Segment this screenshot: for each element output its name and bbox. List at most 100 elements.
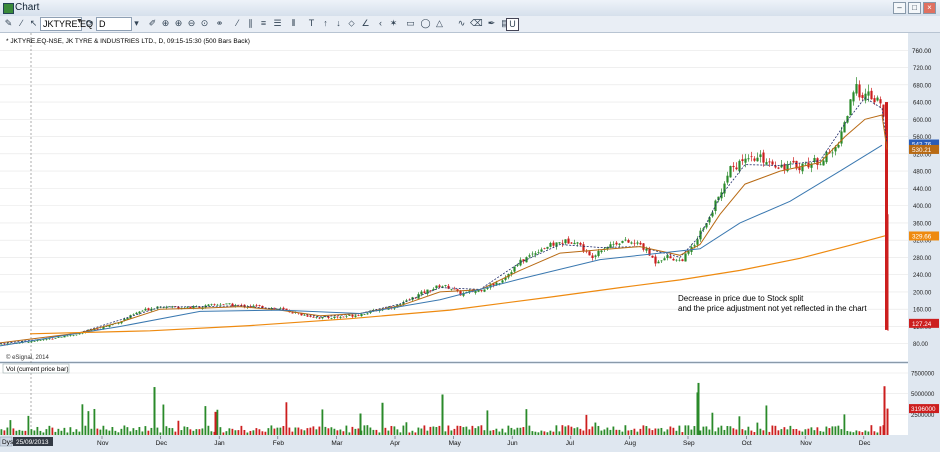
link-icon[interactable]: ⚭ [214, 18, 225, 29]
volume-bar [867, 431, 870, 435]
crosshair-icon[interactable]: ⊕ [160, 18, 171, 29]
horizontal-line-icon[interactable]: ≡ [258, 18, 269, 29]
volume-bar [222, 432, 225, 435]
volume-bar [96, 428, 99, 435]
gann-icon[interactable]: ✶ [388, 18, 399, 29]
volume-bar [624, 425, 627, 435]
zoom-out-icon[interactable]: ⊖ [186, 18, 197, 29]
volume-bar [126, 427, 129, 435]
volume-bar [477, 426, 480, 435]
chevron-down-icon[interactable]: ▼ [76, 18, 83, 29]
candle-body [615, 242, 618, 245]
volume-bar [522, 427, 525, 435]
month-label: Jan [214, 440, 225, 447]
pencil-tool-icon[interactable]: ✎ [3, 18, 14, 29]
volume-bar [408, 432, 411, 435]
volume-bar [795, 429, 798, 435]
volume-bar [579, 428, 582, 435]
arrow-down-icon[interactable]: ↓ [333, 18, 344, 29]
candle-body [642, 243, 645, 250]
refresh-icon[interactable]: ⟳ [84, 18, 95, 29]
volume-bar [831, 426, 834, 435]
maximize-icon[interactable]: □ [908, 2, 921, 14]
volume-bar [819, 431, 822, 435]
volume-bar [372, 429, 375, 435]
candle-body [207, 304, 210, 306]
volume-bar [471, 425, 474, 435]
line-tool-icon[interactable]: ∕ [16, 18, 27, 29]
candle-body [777, 167, 780, 169]
volume-bar [405, 422, 408, 435]
month-label: Mar [331, 440, 343, 447]
candle-body [723, 183, 726, 194]
wave-icon[interactable]: ∿ [456, 18, 467, 29]
candle-body [804, 163, 807, 165]
volume-spike [441, 394, 444, 435]
trendline-icon[interactable]: ⁄ [232, 18, 243, 29]
candle-body [528, 255, 531, 257]
volume-bar [693, 426, 696, 435]
cursor-tool-icon[interactable]: ↖ [28, 18, 39, 29]
volume-bar [621, 431, 624, 435]
volume-bar [102, 425, 105, 435]
volume-bar [423, 425, 426, 435]
chart-area[interactable]: 80.00 120.00 160.00 200.00 240.00 280.00 320.0… [0, 33, 940, 447]
candle-body [849, 99, 852, 116]
volume-bar [36, 426, 39, 435]
volume-bar [651, 430, 654, 435]
arrow-up-icon[interactable]: ↑ [320, 18, 331, 29]
triangle-icon[interactable]: △ [434, 18, 445, 29]
volume-bar [582, 430, 585, 435]
interval-input[interactable]: D [96, 17, 132, 31]
minimize-icon[interactable]: – [893, 2, 906, 14]
chevron-down-icon[interactable]: ▾ [131, 18, 142, 29]
candle-body [363, 314, 366, 315]
volume-bar [402, 425, 405, 435]
volume-bar [576, 427, 579, 435]
candle-body [66, 335, 69, 337]
volume-bar [63, 427, 66, 435]
zoom-in-icon[interactable]: ⊕ [173, 18, 184, 29]
price-tick-label: 680.00 [913, 83, 932, 89]
volume-bar [120, 428, 123, 435]
close-icon[interactable]: × [923, 2, 936, 14]
volume-bar [474, 428, 477, 435]
chevron-left-icon[interactable]: ‹ [375, 18, 386, 29]
text-tool-icon[interactable]: T [306, 18, 317, 29]
rectangle-icon[interactable]: ▭ [405, 18, 416, 29]
candle-body [621, 241, 624, 243]
volume-bar [198, 429, 201, 435]
lock-icon[interactable]: ⊙ [199, 18, 210, 29]
volume-bar [387, 430, 390, 435]
volume-bar [690, 429, 693, 435]
volume-bar [789, 425, 792, 435]
pen-icon[interactable]: ✒ [486, 18, 497, 29]
candle-body [309, 316, 312, 317]
angle-icon[interactable]: ∠ [360, 18, 371, 29]
fib-icon[interactable]: ☰ [272, 18, 283, 29]
candle-body [33, 341, 36, 342]
ellipse-icon[interactable]: ◯ [420, 18, 431, 29]
volume-bar [726, 426, 729, 435]
candle-body [639, 242, 642, 245]
price-chart[interactable]: 80.00120.00160.00200.00240.00280.00320.0… [0, 33, 940, 447]
candle-body [816, 158, 819, 165]
eraser-icon[interactable]: ⌫ [470, 18, 483, 29]
price-tick-label: 280.00 [913, 256, 932, 262]
candle-body [831, 152, 834, 154]
vertical-lines-icon[interactable]: ⦀ [288, 18, 299, 29]
parallel-lines-icon[interactable]: ∥ [245, 18, 256, 29]
volume-bar [567, 425, 570, 435]
candle-body [273, 307, 276, 309]
candle-body [756, 157, 759, 162]
volume-tick-label: 2500000 [911, 413, 935, 419]
draw-pen-icon[interactable]: ✐ [147, 18, 158, 29]
marker-icon[interactable]: ⬦ [346, 18, 357, 29]
volume-bar [657, 428, 660, 435]
candle-body [792, 160, 795, 163]
volume-bar [312, 426, 315, 435]
volume-bar [636, 431, 639, 435]
candle-body [738, 160, 741, 172]
magnet-icon[interactable]: U [506, 18, 519, 31]
volume-bar [723, 429, 726, 435]
